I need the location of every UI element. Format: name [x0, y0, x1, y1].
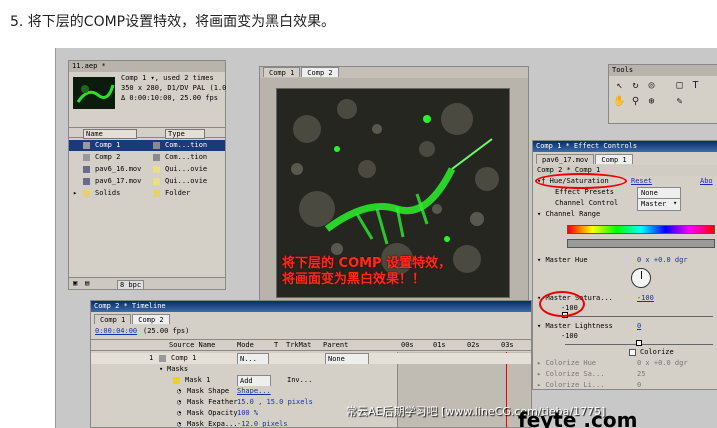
ae-screenshot: 11.aep * Comp 1 ▾, used 2 times 350 x 28…	[55, 48, 717, 428]
effect-controls-title: Comp 1 * Effect Controls	[533, 141, 717, 152]
col-type-header[interactable]: Type	[165, 129, 205, 139]
colorize-checkbox[interactable]	[629, 349, 636, 356]
tab-comp-1[interactable]: Comp 1	[94, 314, 132, 324]
mask-property[interactable]: ◔ Mask Shape Shape...	[91, 386, 531, 397]
label-color-icon	[153, 178, 160, 185]
project-title: 11.aep *	[69, 61, 225, 72]
channel-control-row: Channel Control Master ▾	[533, 198, 717, 211]
movie-icon	[83, 165, 90, 173]
expand-icon[interactable]: ▾	[159, 364, 163, 375]
thumbnail-image	[73, 77, 115, 109]
label-color-icon	[153, 190, 160, 197]
project-thumbnail	[73, 77, 115, 109]
mode-dropdown[interactable]: N...	[237, 353, 269, 364]
timeline-title: Comp 2 * Timeline	[91, 301, 531, 312]
gray-bar	[567, 239, 715, 248]
project-info-1: Comp 1 ▾, used 2 times	[121, 74, 214, 82]
reset-button[interactable]: Reset	[631, 176, 652, 187]
tab-comp-2[interactable]: Comp 2	[132, 314, 170, 324]
rotate-tool-icon[interactable]: ↻	[629, 79, 642, 92]
folder-new-icon[interactable]: ▤	[85, 279, 89, 287]
selection-tool-icon[interactable]: ↖	[613, 79, 626, 92]
viewer-tabbar: Comp 1 Comp 2	[260, 67, 528, 78]
project-item[interactable]: Comp 2 Com...tion	[69, 152, 225, 163]
chevron-down-icon[interactable]: ▾	[673, 198, 677, 209]
project-panel: 11.aep * Comp 1 ▾, used 2 times 350 x 28…	[68, 60, 226, 290]
slider-handle[interactable]	[636, 340, 642, 346]
overlay-text-2: 将画面变为黑白效果！！	[282, 272, 426, 287]
step-title: 5. 将下层的COMP设置特效，将画面变为黑白效果。	[10, 14, 336, 30]
masks-group[interactable]: ▾ Masks	[91, 364, 531, 375]
project-info-2: 350 x 280, D1/DV PAL (1.0	[121, 84, 227, 92]
parent-dropdown[interactable]: None	[325, 353, 369, 364]
hue-dial[interactable]	[631, 268, 651, 288]
project-item[interactable]: ▸ Solids Folder	[69, 188, 225, 199]
timeline-header: Source Name Mode T TrkMat Parent 00s 01s…	[91, 339, 531, 351]
movie-icon	[83, 177, 90, 185]
stopwatch-icon[interactable]: ◔	[177, 419, 181, 428]
folder-icon	[83, 189, 90, 197]
colorize-lightness-row: ▸ Colorize Li... 0	[537, 381, 642, 389]
hue-spectrum-bar	[567, 225, 715, 234]
camera-tool-icon[interactable]: ◎	[645, 79, 658, 92]
label-color-icon	[153, 154, 160, 161]
text-tool-icon[interactable]: T	[689, 79, 702, 92]
site-logo: feyte .com	[518, 408, 638, 428]
col-name-header[interactable]: Name	[83, 129, 137, 139]
about-button[interactable]: Abo	[700, 176, 713, 187]
tools-panel: Tools ↖ ↻ ◎ ✋ ⚲ ⊕ □ T ✎	[608, 64, 717, 124]
comp-icon	[83, 153, 90, 161]
stopwatch-icon[interactable]: ◔	[177, 408, 181, 419]
layer-row[interactable]: 1 Comp 1 N... None	[91, 353, 531, 364]
mask-property[interactable]: ◔ Mask Expa... -12.0 pixels	[91, 419, 531, 428]
mask-mode-dropdown[interactable]: Add	[237, 375, 271, 386]
effect-presets-row: Effect Presets None	[533, 187, 717, 200]
hue-value[interactable]: 0 x +0.0 dgr	[637, 255, 688, 266]
stopwatch-icon[interactable]: ◔	[177, 386, 181, 397]
annotation-circle	[539, 291, 585, 317]
master-hue-row: ▾ Master Hue 0 x +0.0 dgr	[537, 255, 688, 266]
tools-title: Tools	[609, 65, 717, 76]
tab-comp-2[interactable]: Comp 2	[301, 67, 339, 77]
pen-tool-icon[interactable]: ✎	[673, 95, 686, 108]
project-item[interactable]: Comp 1 Com...tion	[69, 140, 225, 151]
timecode-row: 0:00:04:00 (25.00 fps)	[91, 326, 531, 337]
tab-pav6-17[interactable]: pav6_17.mov	[536, 154, 595, 164]
stopwatch-icon[interactable]: ◔	[177, 397, 181, 408]
effect-tabbar: pav6_17.mov Comp 1	[533, 152, 717, 164]
annotation-circle	[535, 173, 627, 189]
comp-icon	[159, 355, 166, 362]
project-item[interactable]: pav6_16.mov Qui...ovie	[69, 164, 225, 175]
colorize-saturation-row: ▸ Colorize Sa... 25	[537, 370, 646, 378]
orbit-tool-icon[interactable]: ⊕	[645, 95, 658, 108]
timecode[interactable]: 0:00:04:00	[95, 326, 137, 337]
lightness-slider[interactable]	[565, 340, 713, 346]
comp-icon	[83, 141, 90, 149]
zoom-tool-icon[interactable]: ⚲	[629, 95, 642, 108]
timeline-tabbar: Comp 1 Comp 2	[91, 312, 531, 324]
project-item[interactable]: pav6_17.mov Qui...ovie	[69, 176, 225, 187]
label-color-icon	[153, 142, 160, 149]
saturation-slider[interactable]	[562, 312, 713, 318]
project-info-3: Δ 0:00:10:00, 25.00 fps	[121, 94, 218, 102]
hand-tool-icon[interactable]: ✋	[613, 95, 626, 108]
colorize-row: Colorize	[533, 347, 717, 358]
bpc-toggle[interactable]: 8 bpc	[117, 280, 145, 290]
project-footer: ▣ ▤ 8 bpc	[69, 277, 225, 290]
colorize-hue-row: ▸ Colorize Hue 0 x +0.0 dgr	[537, 359, 688, 367]
label-color-icon	[153, 166, 160, 173]
lightness-slider-label: -100	[561, 332, 578, 340]
tab-comp-1[interactable]: Comp 1	[263, 67, 301, 77]
mask-tool-icon[interactable]: □	[673, 79, 686, 92]
trash-icon[interactable]: ▣	[73, 279, 77, 287]
folder-expand-icon[interactable]: ▸	[73, 188, 77, 199]
tab-comp-1[interactable]: Comp 1	[595, 154, 633, 164]
channel-range-row: ▾ Channel Range	[537, 210, 601, 218]
project-header: Name Type	[69, 127, 225, 139]
mask-row[interactable]: Mask 1 Add Inv...	[91, 375, 531, 386]
effect-controls-panel: Comp 1 * Effect Controls pav6_17.mov Comp…	[532, 140, 717, 390]
fps-label: (25.00 fps)	[143, 327, 190, 335]
mask-color-icon	[173, 377, 180, 384]
